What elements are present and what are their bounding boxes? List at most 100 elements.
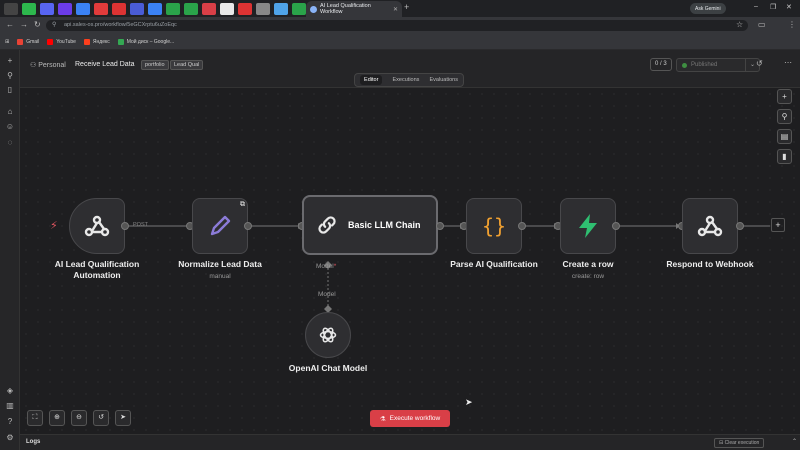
site-info-icon[interactable]: ⚲ <box>52 20 56 31</box>
panel-icon[interactable]: ▯ <box>4 84 16 96</box>
tab-favicon[interactable] <box>184 2 198 15</box>
webhook-icon <box>84 215 110 237</box>
history-icon[interactable]: ↺ <box>756 59 763 68</box>
tab-favicon[interactable] <box>148 2 162 15</box>
tab-favicon[interactable] <box>112 2 126 15</box>
toggle-panel-button[interactable]: ▮ <box>777 149 792 164</box>
tab-favicon[interactable] <box>166 2 180 15</box>
home-icon[interactable]: ⌂ <box>4 106 16 118</box>
tab-favicon[interactable] <box>58 2 72 15</box>
ask-gemini-button[interactable]: Ask Gemini <box>690 3 726 14</box>
active-browser-tab[interactable]: AI Lead Qualification Workflow ✕ <box>306 1 402 17</box>
view-tab-switch: Editor Executions Evaluations <box>354 73 464 87</box>
user-icon[interactable]: ☺ <box>4 121 16 133</box>
trigger-output-port[interactable] <box>121 222 129 230</box>
bookmark-gmail[interactable]: Gmail <box>17 38 39 45</box>
insights-icon[interactable]: ▥ <box>4 400 16 412</box>
create-output-port[interactable] <box>612 222 620 230</box>
tab-favicon[interactable] <box>130 2 144 15</box>
maximize-icon[interactable]: ❐ <box>770 3 776 11</box>
tab-favicon[interactable] <box>40 2 54 15</box>
lightning-icon <box>579 214 597 238</box>
active-tab-title: AI Lead Qualification Workflow <box>320 3 371 15</box>
node-basic-llm-chain[interactable]: Basic LLM Chain <box>302 195 438 255</box>
flask-icon: ⚗ <box>379 415 386 423</box>
add-next-node-icon[interactable]: + <box>771 218 785 232</box>
close-window-icon[interactable]: ✕ <box>786 3 792 11</box>
normalize-output-port[interactable] <box>244 222 252 230</box>
close-tab-icon[interactable]: ✕ <box>393 6 398 13</box>
tab-favicon[interactable] <box>22 2 36 15</box>
respond-node-title: Respond to Webhook <box>666 259 754 269</box>
tab-executions[interactable]: Executions <box>393 77 420 83</box>
chat-icon[interactable]: ◌ <box>4 137 16 149</box>
expand-logs-icon[interactable]: ⌃ <box>792 438 797 445</box>
bookmark-yandex[interactable]: Яндекс <box>83 38 110 45</box>
zoom-in-button[interactable]: ⊕ <box>49 410 65 426</box>
tab-favicon[interactable] <box>202 2 216 15</box>
parse-output-port[interactable] <box>518 222 526 230</box>
settings-icon[interactable]: ⚙ <box>4 432 16 444</box>
add-node-button[interactable]: + <box>777 89 792 104</box>
node-openai-chat-model[interactable] <box>305 312 351 358</box>
tag-portfolio[interactable]: portfolio <box>141 60 169 70</box>
node-respond-to-webhook[interactable] <box>682 198 738 254</box>
pointer-tool-button[interactable]: ➤ <box>115 410 131 426</box>
tab-favicon[interactable] <box>94 2 108 15</box>
breadcrumb-personal[interactable]: ⚇ Personal <box>30 61 66 69</box>
url-text: api.sales-os.pro/workflow/5eGCXrptu6uZoE… <box>64 22 177 28</box>
tab-favicon[interactable] <box>274 2 288 15</box>
tab-editor[interactable]: Editor <box>360 75 383 85</box>
sticky-note-button[interactable]: ▤ <box>777 129 792 144</box>
reload-icon[interactable]: ↻ <box>34 20 41 29</box>
bookmark-google-drive[interactable]: Мой диск – Google... <box>117 38 174 45</box>
back-icon[interactable]: ← <box>6 20 14 29</box>
extensions-icon[interactable]: ▭ <box>758 20 766 29</box>
version-counter: 0 / 3 <box>650 58 672 71</box>
llm-output-port[interactable] <box>436 222 444 230</box>
parse-node-title: Parse AI Qualification <box>450 259 538 269</box>
logs-panel-bar[interactable]: Logs ⊟ Clear execution ⌃ <box>20 434 800 450</box>
bookmark-youtube[interactable]: YouTube <box>47 38 76 45</box>
openai-icon <box>319 327 337 343</box>
tab-favicon[interactable] <box>76 2 90 15</box>
search-icon[interactable]: ⚲ <box>4 70 16 82</box>
url-field[interactable]: ⚲ api.sales-os.pro/workflow/5eGCXrptu6uZ… <box>46 20 748 31</box>
link-icon <box>318 216 336 234</box>
star-icon[interactable]: ☆ <box>736 20 743 29</box>
add-icon[interactable]: + <box>4 55 16 67</box>
minimize-icon[interactable]: – <box>754 3 758 10</box>
more-options-icon[interactable]: ⋯ <box>784 58 792 67</box>
node-parse-ai-qualification[interactable]: {} <box>466 198 522 254</box>
apps-icon[interactable]: ⊞ <box>5 39 9 45</box>
new-tab-button[interactable]: + <box>404 2 409 12</box>
app-sidebar: + ⚲ ▯ ⌂ ☺ ◌ ◈ ▥ ? ⚙ <box>0 50 20 450</box>
publish-button[interactable]: Published ⌄ <box>676 58 760 72</box>
llm-node-title: Basic LLM Chain <box>348 220 421 230</box>
workflow-name[interactable]: Receive Lead Data <box>75 61 135 68</box>
search-nodes-button[interactable]: ⚲ <box>777 109 792 124</box>
tab-evaluations[interactable]: Evaluations <box>430 77 458 83</box>
zoom-out-button[interactable]: ⊖ <box>71 410 87 426</box>
fit-view-button[interactable]: ⛶ <box>27 410 43 426</box>
logs-title: Logs <box>26 439 41 445</box>
tab-favicon[interactable] <box>256 2 270 15</box>
trigger-bolt-icon: ⚡ <box>50 220 58 232</box>
node-open-icon[interactable]: ⧉ <box>240 201 245 209</box>
forward-icon[interactable]: → <box>20 20 28 29</box>
templates-icon[interactable]: ◈ <box>4 385 16 397</box>
execute-workflow-button[interactable]: ⚗ Execute workflow <box>370 410 450 427</box>
node-ai-lead-qualification-automation[interactable] <box>69 198 125 254</box>
clear-execution-button[interactable]: ⊟ Clear execution <box>714 438 765 448</box>
node-normalize-lead-data[interactable]: ⧉ <box>192 198 248 254</box>
tab-favicon[interactable] <box>4 2 18 15</box>
respond-output-port[interactable] <box>736 222 744 230</box>
tag-lead-qual[interactable]: Lead Qual <box>170 60 204 70</box>
tab-favicon[interactable] <box>238 2 252 15</box>
tab-favicon[interactable] <box>220 2 234 15</box>
node-create-a-row[interactable] <box>560 198 616 254</box>
menu-icon[interactable]: ⋮ <box>788 20 796 29</box>
reset-zoom-button[interactable]: ↺ <box>93 410 109 426</box>
tab-favicon[interactable] <box>292 2 306 15</box>
help-icon[interactable]: ? <box>4 416 16 428</box>
